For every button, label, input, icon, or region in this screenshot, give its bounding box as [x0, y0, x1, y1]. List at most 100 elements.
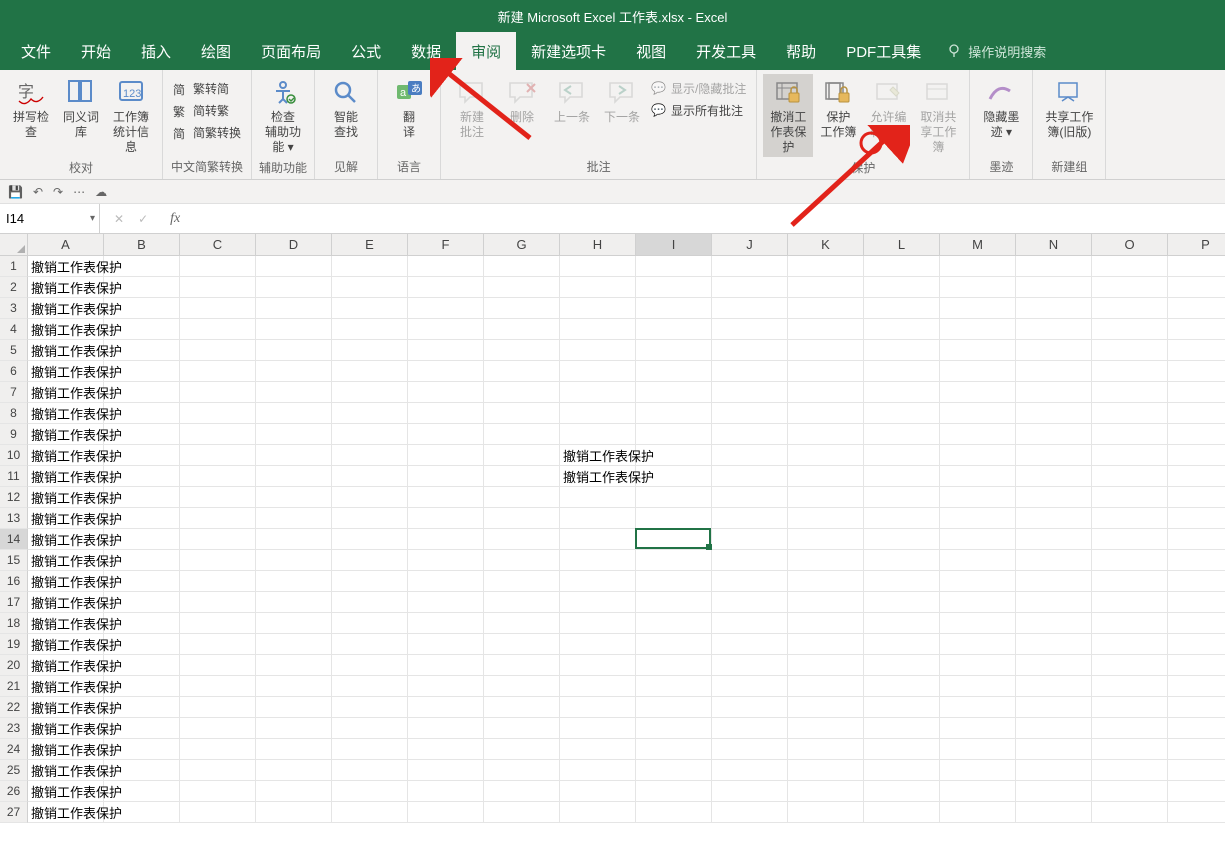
cell-K18[interactable]: [788, 613, 864, 634]
cell-I17[interactable]: [636, 592, 712, 613]
cell-C22[interactable]: [180, 697, 256, 718]
cell-D23[interactable]: [256, 718, 332, 739]
cell-H4[interactable]: [560, 319, 636, 340]
cell-L16[interactable]: [864, 571, 940, 592]
cell-G12[interactable]: [484, 487, 560, 508]
cell-J15[interactable]: [712, 550, 788, 571]
cell-I1[interactable]: [636, 256, 712, 277]
cell-H12[interactable]: [560, 487, 636, 508]
cell-H7[interactable]: [560, 382, 636, 403]
cell-J9[interactable]: [712, 424, 788, 445]
cell-K1[interactable]: [788, 256, 864, 277]
cell-M27[interactable]: [940, 802, 1016, 823]
cell-B16[interactable]: [104, 571, 180, 592]
cell-B13[interactable]: [104, 508, 180, 529]
cell-I13[interactable]: [636, 508, 712, 529]
cell-D17[interactable]: [256, 592, 332, 613]
cell-O20[interactable]: [1092, 655, 1168, 676]
tab-数据[interactable]: 数据: [396, 32, 456, 70]
row-header-4[interactable]: 4: [0, 319, 28, 340]
row-header-17[interactable]: 17: [0, 592, 28, 613]
tab-公式[interactable]: 公式: [336, 32, 396, 70]
cell-I23[interactable]: [636, 718, 712, 739]
cell-M17[interactable]: [940, 592, 1016, 613]
cell-A20[interactable]: 撤销工作表保护: [28, 655, 104, 676]
cell-G18[interactable]: [484, 613, 560, 634]
cell-D19[interactable]: [256, 634, 332, 655]
cell-E6[interactable]: [332, 361, 408, 382]
cell-P16[interactable]: [1168, 571, 1225, 592]
cell-C15[interactable]: [180, 550, 256, 571]
cell-I27[interactable]: [636, 802, 712, 823]
row-header-24[interactable]: 24: [0, 739, 28, 760]
cell-P23[interactable]: [1168, 718, 1225, 739]
cell-G5[interactable]: [484, 340, 560, 361]
cell-D12[interactable]: [256, 487, 332, 508]
cell-A21[interactable]: 撤销工作表保护: [28, 676, 104, 697]
cell-B25[interactable]: [104, 760, 180, 781]
hide-ink-button[interactable]: 隐藏墨迹 ▾: [976, 74, 1026, 142]
cell-H5[interactable]: [560, 340, 636, 361]
cell-J11[interactable]: [712, 466, 788, 487]
cell-N27[interactable]: [1016, 802, 1092, 823]
cell-H2[interactable]: [560, 277, 636, 298]
cell-G8[interactable]: [484, 403, 560, 424]
row-header-5[interactable]: 5: [0, 340, 28, 361]
cell-N1[interactable]: [1016, 256, 1092, 277]
cell-F15[interactable]: [408, 550, 484, 571]
cell-B10[interactable]: [104, 445, 180, 466]
cell-C6[interactable]: [180, 361, 256, 382]
cell-G16[interactable]: [484, 571, 560, 592]
check-accessibility-button[interactable]: 检查辅助功能 ▾: [258, 74, 308, 157]
cell-I19[interactable]: [636, 634, 712, 655]
row-header-26[interactable]: 26: [0, 781, 28, 802]
cell-M13[interactable]: [940, 508, 1016, 529]
cell-A3[interactable]: 撤销工作表保护: [28, 298, 104, 319]
cell-K3[interactable]: [788, 298, 864, 319]
cell-H24[interactable]: [560, 739, 636, 760]
cell-J13[interactable]: [712, 508, 788, 529]
cell-B5[interactable]: [104, 340, 180, 361]
cell-E9[interactable]: [332, 424, 408, 445]
cell-L21[interactable]: [864, 676, 940, 697]
cell-H25[interactable]: [560, 760, 636, 781]
cell-G7[interactable]: [484, 382, 560, 403]
cell-N23[interactable]: [1016, 718, 1092, 739]
cell-J25[interactable]: [712, 760, 788, 781]
cell-O18[interactable]: [1092, 613, 1168, 634]
cell-M23[interactable]: [940, 718, 1016, 739]
workbook-stats-button[interactable]: 123 工作簿统计信息: [106, 74, 156, 157]
cell-E22[interactable]: [332, 697, 408, 718]
row-header-25[interactable]: 25: [0, 760, 28, 781]
translate-button[interactable]: aあ 翻译: [384, 74, 434, 142]
cell-M6[interactable]: [940, 361, 1016, 382]
cell-G11[interactable]: [484, 466, 560, 487]
row-header-2[interactable]: 2: [0, 277, 28, 298]
col-header-L[interactable]: L: [864, 234, 940, 256]
cell-H14[interactable]: [560, 529, 636, 550]
cell-B15[interactable]: [104, 550, 180, 571]
col-header-G[interactable]: G: [484, 234, 560, 256]
cell-I24[interactable]: [636, 739, 712, 760]
cell-B24[interactable]: [104, 739, 180, 760]
cell-I12[interactable]: [636, 487, 712, 508]
cell-L27[interactable]: [864, 802, 940, 823]
cell-I22[interactable]: [636, 697, 712, 718]
cell-F8[interactable]: [408, 403, 484, 424]
cell-A22[interactable]: 撤销工作表保护: [28, 697, 104, 718]
cell-H15[interactable]: [560, 550, 636, 571]
col-header-B[interactable]: B: [104, 234, 180, 256]
cell-J26[interactable]: [712, 781, 788, 802]
cell-N14[interactable]: [1016, 529, 1092, 550]
cell-G6[interactable]: [484, 361, 560, 382]
cell-L17[interactable]: [864, 592, 940, 613]
cell-J27[interactable]: [712, 802, 788, 823]
cell-A16[interactable]: 撤销工作表保护: [28, 571, 104, 592]
cell-B20[interactable]: [104, 655, 180, 676]
cell-B3[interactable]: [104, 298, 180, 319]
cell-K16[interactable]: [788, 571, 864, 592]
cell-F4[interactable]: [408, 319, 484, 340]
undo-icon[interactable]: ↶: [33, 185, 43, 199]
col-header-P[interactable]: P: [1168, 234, 1225, 256]
cell-P27[interactable]: [1168, 802, 1225, 823]
